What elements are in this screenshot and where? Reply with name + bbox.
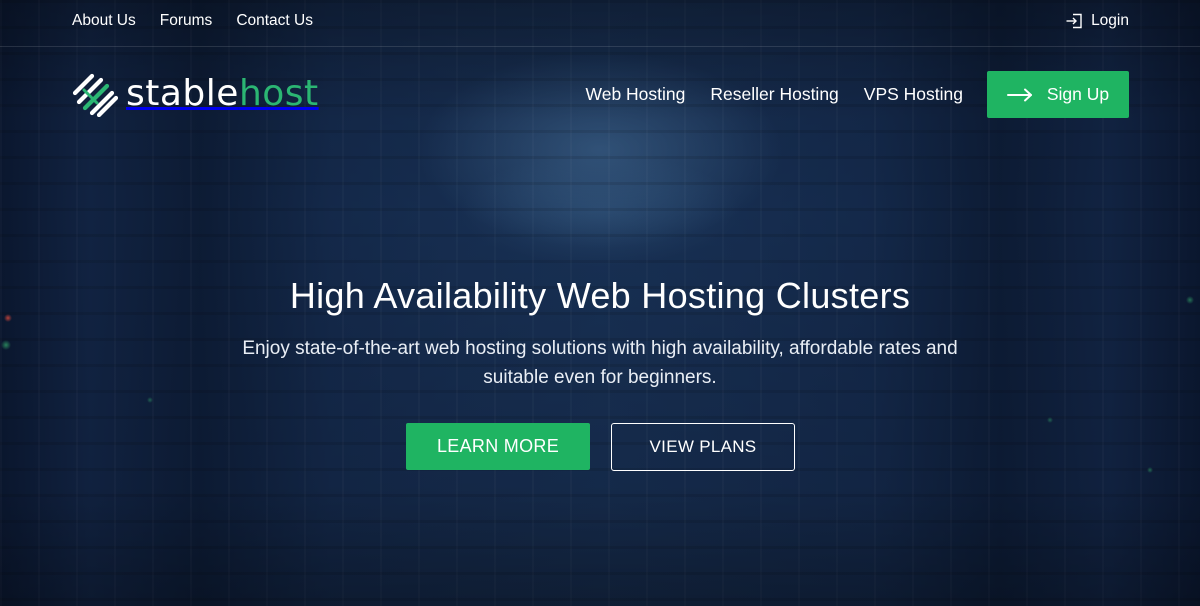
nav-reseller-hosting[interactable]: Reseller Hosting <box>710 83 838 105</box>
brand-logo[interactable]: stablehost <box>72 70 319 118</box>
top-links: About Us Forums Contact Us <box>72 11 313 31</box>
sign-up-button[interactable]: Sign Up <box>987 71 1129 118</box>
arrow-right-icon <box>1006 88 1032 101</box>
learn-more-button[interactable]: LEARN MORE <box>406 423 590 470</box>
nav-vps-hosting[interactable]: VPS Hosting <box>864 83 963 105</box>
main-nav: Web Hosting Reseller Hosting VPS Hosting <box>586 83 963 105</box>
login-link[interactable]: Login <box>1065 11 1129 31</box>
brand-name-stable: stable <box>126 73 239 114</box>
login-label: Login <box>1091 12 1129 29</box>
forums-link[interactable]: Forums <box>160 11 213 31</box>
sign-up-label: Sign Up <box>1046 84 1110 104</box>
login-icon <box>1066 13 1082 29</box>
brand-name-host: host <box>238 73 319 114</box>
contact-us-link[interactable]: Contact Us <box>236 11 313 31</box>
hero-title: High Availability Web Hosting Clusters <box>289 275 911 316</box>
hero-subtitle: Enjoy state-of-the-art web hosting solut… <box>242 338 958 388</box>
top-bar: About Us Forums Contact Us Login <box>0 0 1200 47</box>
brand-wordmark: stablehost <box>126 74 319 114</box>
about-us-link[interactable]: About Us <box>72 11 136 31</box>
view-plans-button[interactable]: VIEW PLANS <box>611 423 795 471</box>
stablehost-logo-icon <box>72 73 118 117</box>
nav-web-hosting[interactable]: Web Hosting <box>586 83 686 105</box>
